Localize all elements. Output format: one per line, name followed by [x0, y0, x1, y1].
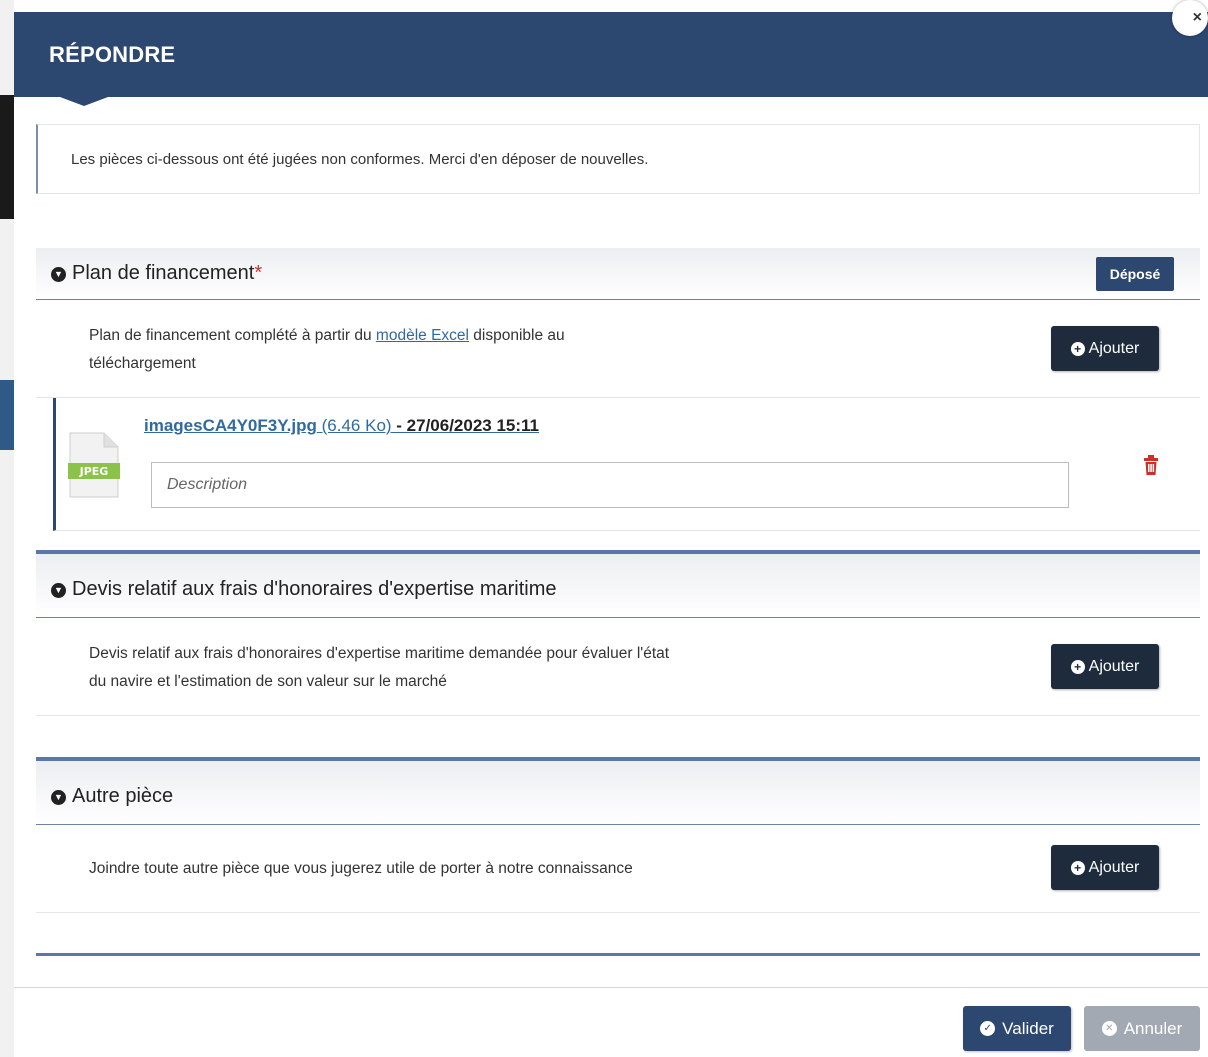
file-type-label: JPEG	[79, 465, 109, 478]
add-file-button[interactable]: + Ajouter	[1051, 845, 1159, 890]
times-circle-icon: ✕	[1101, 1021, 1117, 1036]
plus-circle-icon: +	[1070, 659, 1085, 674]
section-header-devis[interactable]: ▼ Devis relatif aux frais d'honoraires d…	[36, 550, 1200, 618]
section-header-autre-piece[interactable]: ▼ Autre pièce	[36, 757, 1200, 825]
notice-box: Les pièces ci-dessous ont été jugées non…	[36, 124, 1200, 194]
respond-modal: RÉPONDRE Les pièces ci-dessous ont été j…	[14, 12, 1208, 1057]
add-button-label: Ajouter	[1088, 858, 1140, 876]
page-backdrop	[0, 0, 14, 1057]
uploaded-file-row: JPEG imagesCA4Y0F3Y.jpg (6.46 Ko) - 27/0…	[53, 398, 1200, 531]
section-divider	[36, 953, 1200, 956]
chevron-circle-down-icon[interactable]: ▼	[51, 790, 66, 805]
file-description-input[interactable]	[151, 462, 1069, 508]
file-date: - 27/06/2023 15:11	[396, 416, 540, 435]
section-title: Autre pièce	[72, 785, 174, 807]
file-size: (6.46 Ko)	[316, 416, 397, 435]
header-notch	[60, 97, 108, 106]
notice-text: Les pièces ci-dessous ont été jugées non…	[71, 151, 649, 168]
chevron-circle-down-icon[interactable]: ▼	[51, 267, 66, 282]
validate-button[interactable]: ✓ Valider	[963, 1006, 1071, 1051]
section-header-plan-financement[interactable]: ▼ Plan de financement* Déposé	[36, 248, 1200, 300]
excel-template-link[interactable]: modèle Excel	[376, 327, 469, 344]
jpeg-file-icon: JPEG	[68, 432, 120, 498]
requirement-description: Devis relatif aux frais d'honoraires d'e…	[89, 645, 670, 690]
section-title: Plan de financement*	[72, 262, 263, 284]
modal-header: RÉPONDRE	[14, 12, 1208, 97]
requirement-description: Joindre toute autre pièce que vous juger…	[89, 860, 633, 877]
plus-circle-icon: +	[1070, 860, 1085, 875]
status-badge: Déposé	[1096, 257, 1174, 291]
requirement-row: Devis relatif aux frais d'honoraires d'e…	[36, 618, 1200, 716]
close-icon[interactable]: ×	[1172, 0, 1208, 36]
add-button-label: Ajouter	[1088, 657, 1140, 675]
required-mark: *	[254, 262, 263, 284]
cancel-label: Annuler	[1123, 1018, 1183, 1038]
requirement-description: Plan de financement complété à partir du…	[89, 327, 565, 372]
plus-circle-icon: +	[1070, 341, 1085, 356]
requirement-row: Plan de financement complété à partir du…	[36, 300, 1200, 398]
footer-divider	[14, 987, 1208, 988]
backdrop-dark-block	[0, 95, 14, 219]
validate-label: Valider	[1002, 1018, 1054, 1038]
chevron-circle-down-icon[interactable]: ▼	[51, 583, 66, 598]
check-circle-icon: ✓	[980, 1021, 996, 1036]
backdrop-blue-block	[0, 380, 14, 450]
section-title: Devis relatif aux frais d'honoraires d'e…	[72, 578, 557, 600]
file-link[interactable]: imagesCA4Y0F3Y.jpg (6.46 Ko) - 27/06/202…	[144, 416, 539, 436]
add-button-label: Ajouter	[1088, 339, 1140, 357]
add-file-button[interactable]: + Ajouter	[1051, 644, 1159, 689]
cancel-button[interactable]: ✕ Annuler	[1084, 1006, 1200, 1051]
trash-icon[interactable]	[1143, 455, 1159, 475]
modal-title: RÉPONDRE	[49, 42, 176, 67]
requirement-row: Joindre toute autre pièce que vous juger…	[36, 825, 1200, 913]
add-file-button[interactable]: + Ajouter	[1051, 326, 1159, 371]
